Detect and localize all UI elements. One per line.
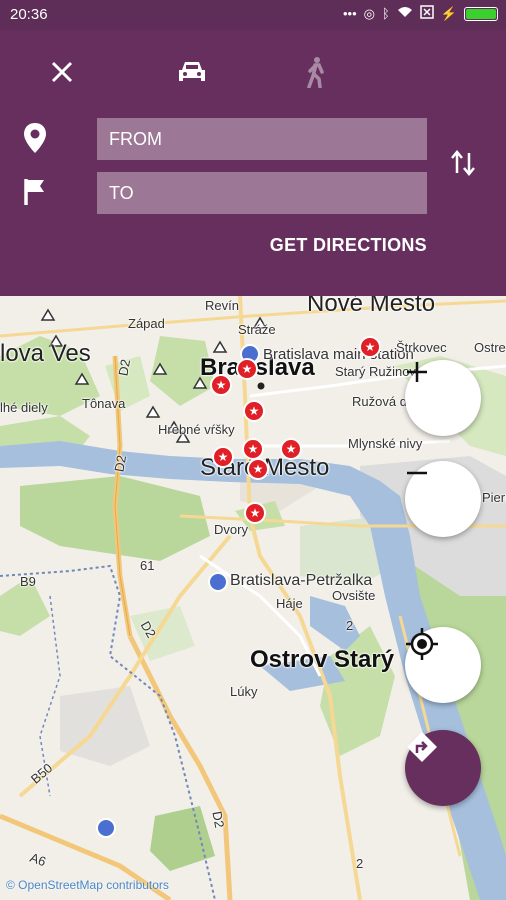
road-label-d2-d: D2 bbox=[209, 810, 228, 829]
my-location-button[interactable] bbox=[405, 627, 481, 703]
map-attribution[interactable]: © OpenStreetMap contributors bbox=[6, 878, 169, 892]
map-label-revin: Revín bbox=[205, 298, 239, 313]
to-input[interactable]: TO bbox=[97, 172, 427, 214]
get-directions-button[interactable]: GET DIRECTIONS bbox=[270, 235, 427, 256]
from-placeholder: FROM bbox=[109, 128, 162, 149]
road-label-d2-b: D2 bbox=[111, 454, 130, 473]
map-label-ruzova: Ružová d bbox=[352, 394, 407, 409]
poi-star-marker[interactable]: ★ bbox=[243, 400, 265, 422]
wifi-icon bbox=[397, 6, 413, 21]
road-label-d2-a: D2 bbox=[115, 358, 134, 377]
map-label-straze: Stráže bbox=[238, 322, 276, 337]
hotspot-icon: ◎ bbox=[363, 5, 375, 21]
location-pin-icon bbox=[22, 122, 50, 154]
close-icon bbox=[51, 61, 73, 88]
map-label-ovsiste: Ovsište bbox=[332, 588, 376, 603]
poi-star-marker[interactable]: ★ bbox=[236, 358, 258, 380]
map-label-dlha-ves: lova Ves bbox=[0, 340, 91, 367]
map-label-main-station: Bratislava main station bbox=[263, 346, 414, 363]
map-label-pierr: Pierr bbox=[482, 490, 506, 505]
road-label-b9: B9 bbox=[20, 574, 36, 589]
poi-star-marker[interactable]: ★ bbox=[242, 438, 264, 460]
map-label-ostrov-stary: Ostrov Starý bbox=[250, 646, 395, 673]
battery-icon bbox=[464, 6, 498, 21]
flag-icon bbox=[22, 177, 50, 209]
poi-star-marker[interactable]: ★ bbox=[359, 336, 381, 358]
map-label-luky: Lúky bbox=[230, 684, 258, 699]
poi-star-marker[interactable]: ★ bbox=[280, 438, 302, 460]
map-label-dvory: Dvory bbox=[214, 522, 248, 537]
map-label-nove-mesto: Nové Mesto bbox=[307, 296, 436, 317]
poi-star-marker[interactable]: ★ bbox=[210, 374, 232, 396]
swap-vertical-icon bbox=[450, 150, 476, 182]
zoom-in-button[interactable] bbox=[405, 360, 481, 436]
map-label-zapad: Západ bbox=[128, 316, 165, 331]
poi-star-marker[interactable]: ★ bbox=[244, 502, 266, 524]
bluetooth-icon: ᛒ bbox=[382, 6, 390, 21]
more-dots-icon: ••• bbox=[343, 6, 357, 21]
map-label-haje: Háje bbox=[276, 596, 303, 611]
map-label-strkovec: Štrkovec bbox=[396, 340, 447, 355]
walk-icon bbox=[304, 56, 326, 93]
map-label-ostre: Ostre bbox=[474, 340, 506, 355]
walk-mode-button[interactable] bbox=[297, 56, 333, 92]
to-placeholder: TO bbox=[109, 182, 134, 203]
train-station-icon[interactable] bbox=[208, 572, 228, 592]
zoom-out-button[interactable] bbox=[405, 461, 481, 537]
battery-level bbox=[466, 8, 496, 19]
car-icon bbox=[177, 59, 207, 90]
poi-star-marker[interactable]: ★ bbox=[212, 446, 234, 468]
close-button[interactable] bbox=[44, 56, 80, 92]
road-label-2a: 2 bbox=[346, 618, 354, 633]
map-label-mlynske-nivy: Mlynské nivy bbox=[348, 436, 423, 451]
road-label-61: 61 bbox=[140, 558, 155, 573]
poi-star-marker[interactable]: ★ bbox=[247, 458, 269, 480]
sim-off-icon bbox=[420, 5, 434, 22]
map-label-tonava: Tônava bbox=[82, 396, 126, 411]
status-bar: 20:36 ••• ◎ ᛒ ⚡ bbox=[0, 0, 506, 30]
status-time: 20:36 bbox=[10, 6, 48, 23]
route-panel: FROM TO GET DIRECTIONS bbox=[0, 30, 506, 296]
map-view[interactable]: Nové Mesto lova Ves Bratislava Bratislav… bbox=[0, 296, 506, 900]
charging-icon: ⚡ bbox=[440, 5, 457, 21]
swap-button[interactable] bbox=[450, 148, 482, 184]
road-label-2b: 2 bbox=[356, 856, 364, 871]
train-station-icon[interactable] bbox=[96, 818, 116, 838]
navigate-button[interactable] bbox=[405, 730, 481, 806]
map-label-dlhe-diely: lhé diely bbox=[0, 400, 48, 415]
map-label-stary-ruzinov: Starý Ružinov bbox=[335, 364, 416, 379]
car-mode-button[interactable] bbox=[174, 56, 210, 92]
status-icons: ••• ◎ ᛒ ⚡ bbox=[343, 5, 498, 22]
from-input[interactable]: FROM bbox=[97, 118, 427, 160]
map-label-hrebne: Hrebné vŕšky bbox=[158, 422, 235, 437]
